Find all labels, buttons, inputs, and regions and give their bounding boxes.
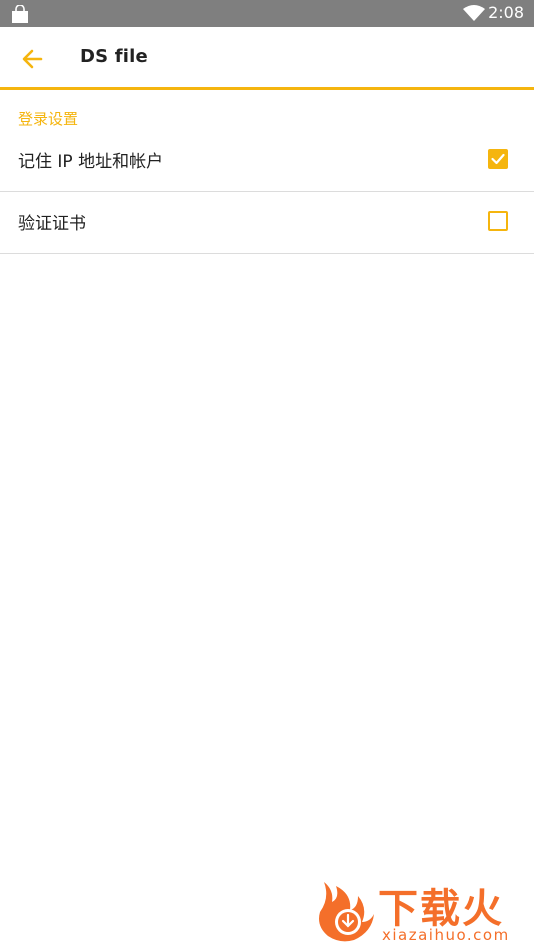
watermark-brand-en: xiazaihuo.com [382,926,510,944]
app-bar: DS file [0,27,534,90]
watermark-logo: 下载火 xiazaihuo.com [314,878,530,946]
pref-label-verify-certificate: 验证证书 [18,214,86,234]
pref-row-remember-ip-account[interactable]: 记住 IP 地址和帐户 [0,130,534,192]
status-bar: 2:08 [0,0,534,27]
remember-ip-account-checkbox[interactable] [488,149,508,169]
flame-logo-icon [319,882,374,942]
page-title: DS file [80,46,148,67]
wifi-icon [463,5,485,21]
section-header-login-settings: 登录设置 [18,110,79,128]
verify-certificate-checkbox[interactable] [488,211,508,231]
status-time: 2:08 [488,3,524,22]
pref-label-remember-ip-account: 记住 IP 地址和帐户 [18,152,164,172]
shopping-bag-icon [12,5,28,23]
arrow-left-icon[interactable] [17,44,47,74]
pref-row-verify-certificate[interactable]: 验证证书 [0,192,534,254]
check-icon [491,153,505,165]
